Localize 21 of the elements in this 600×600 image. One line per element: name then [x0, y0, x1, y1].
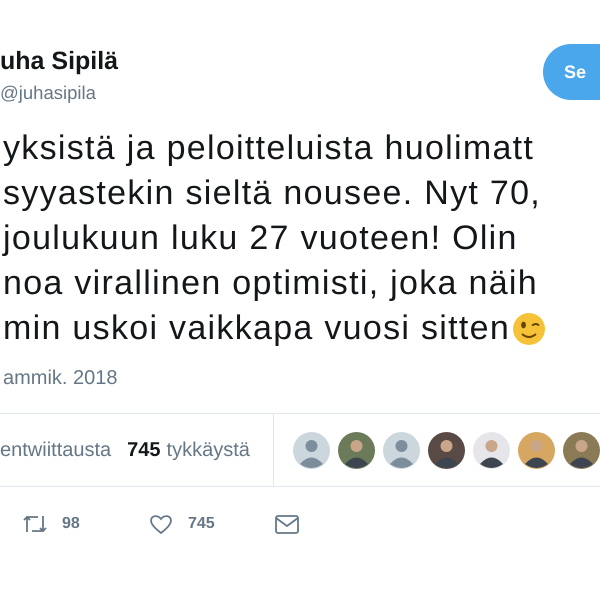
author-handle[interactable]: @juhasipila — [0, 82, 118, 104]
mail-icon[interactable] — [274, 512, 300, 536]
tweet-text: joulukuun luku 27 vuoteen! Olin — [3, 219, 518, 258]
winking-emoji-icon — [512, 312, 546, 346]
heart-icon[interactable] — [148, 512, 174, 536]
tweet-text: noa virallinen optimisti, joka näih — [3, 264, 538, 303]
author-name[interactable]: uha Sipilä — [0, 44, 118, 76]
stat-count[interactable]: entwiittausta — [0, 438, 112, 462]
tweet-text: syyastekin sieltä nousee. Nyt 70, — [3, 174, 542, 213]
tweet-text: min uskoi vaikkapa vuosi sitten — [3, 309, 510, 348]
tweet-text: yksistä ja peloitteluista huolimatt — [3, 129, 534, 168]
action-count: 745 — [188, 515, 215, 533]
avatar[interactable] — [473, 432, 510, 468]
tweet-date[interactable]: ammik. 2018 — [3, 367, 600, 397]
avatar[interactable] — [518, 432, 555, 468]
avatar[interactable] — [428, 432, 465, 468]
avatar[interactable] — [563, 432, 600, 468]
avatar[interactable] — [338, 432, 375, 468]
stat-count[interactable]: 745 tykkäystä — [127, 438, 250, 462]
follow-button[interactable]: Se — [543, 44, 600, 100]
action-count: 98 — [62, 515, 80, 533]
